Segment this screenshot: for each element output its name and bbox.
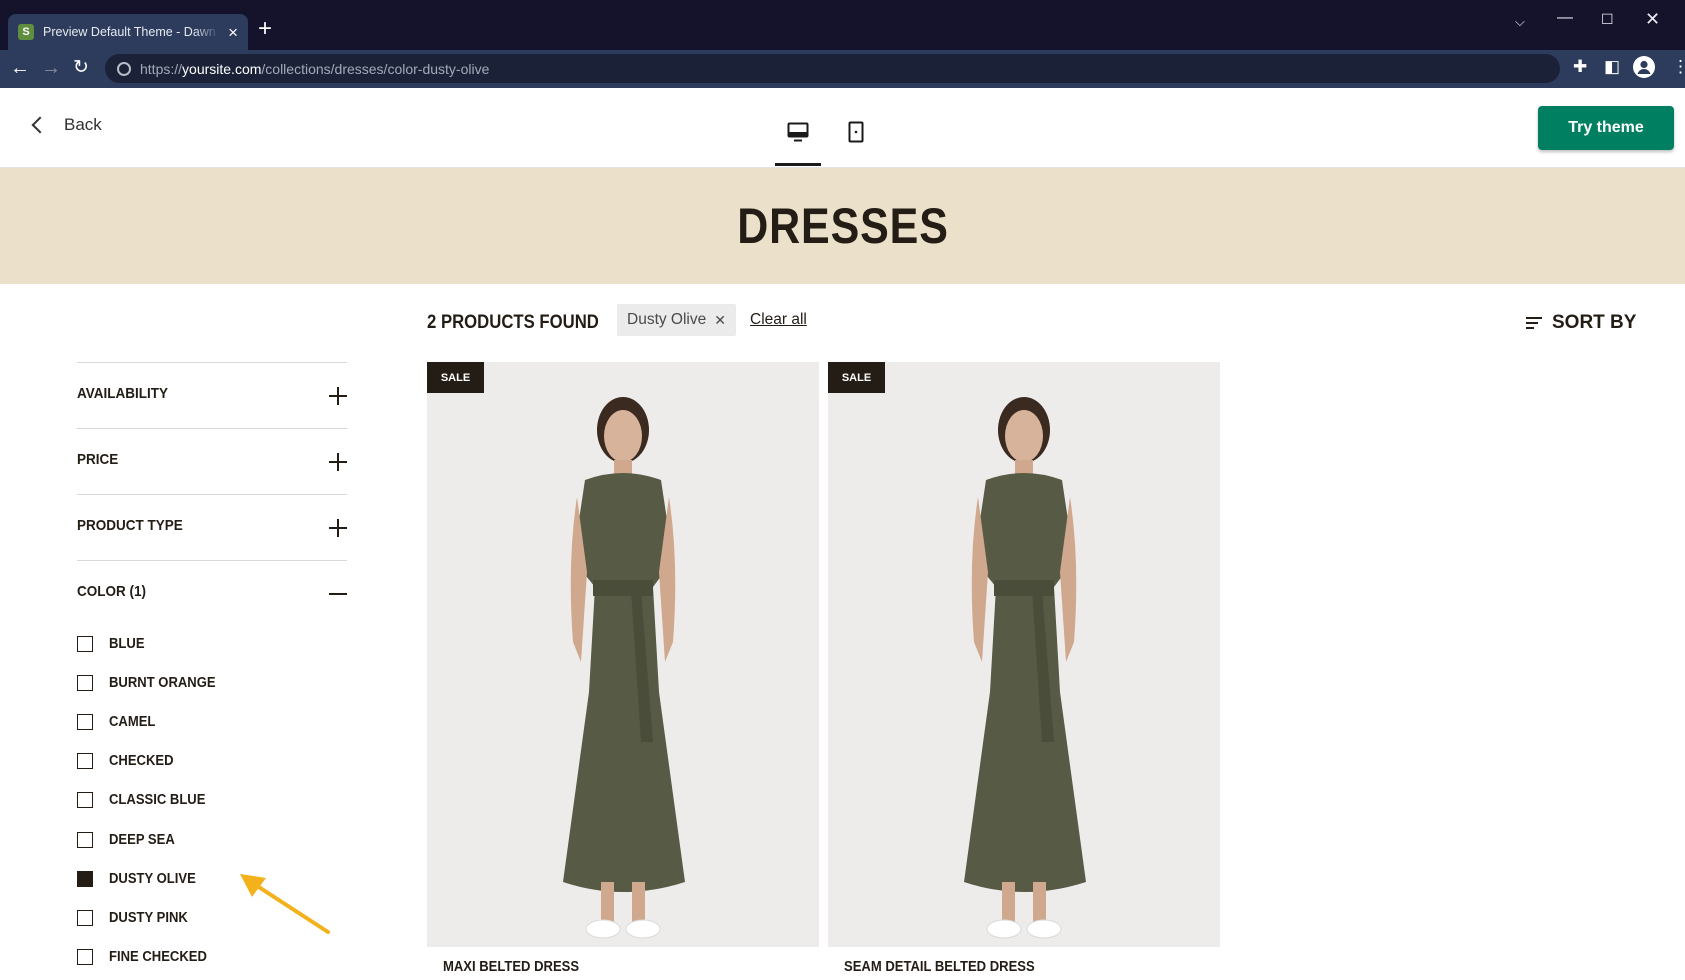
browser-tab-strip: S Preview Default Theme - Dawn Edition ×… [0,0,1685,50]
sort-by-button[interactable]: SORT BY [1526,312,1636,334]
collection-title: DRESSES [736,198,949,254]
desktop-view-button[interactable] [775,110,821,166]
sale-badge: SALE [828,362,885,393]
shopify-favicon-icon: S [18,24,34,40]
color-option-label: CAMEL [109,713,156,730]
color-option-deep-sea[interactable]: DEEP SEA [77,820,347,859]
new-tab-icon[interactable]: + [258,17,272,41]
close-window-icon[interactable]: ✕ [1645,10,1660,28]
mobile-icon [848,121,864,143]
active-filter-label: Dusty Olive [627,311,707,328]
checkbox[interactable] [77,792,93,809]
clear-all-link[interactable]: Clear all [750,311,807,329]
url-text: https://yoursite.com/collections/dresses… [140,60,490,77]
color-option-checked[interactable]: CHECKED [77,742,347,781]
plus-icon[interactable] [329,453,347,471]
tab-search-chevron-icon[interactable]: ⌵ [1515,15,1525,28]
sale-badge: SALE [427,362,484,393]
back-arrow-icon[interactable]: ← [10,58,30,78]
back-button[interactable]: Back [28,115,102,135]
profile-avatar-icon[interactable] [1633,56,1655,81]
color-option-label: CLASSIC BLUE [109,792,206,809]
product-name[interactable]: SEAM DETAIL BELTED DRESS [844,959,1035,975]
tab-close-icon[interactable]: × [228,24,238,41]
checkbox[interactable] [77,949,93,966]
color-option-burnt-orange[interactable]: BURNT ORANGE [77,663,347,702]
checkbox-checked[interactable] [77,870,93,887]
side-panel-icon[interactable]: ◧ [1604,58,1620,75]
plus-icon[interactable] [329,387,347,405]
filter-group-label: AVAILABILITY [77,385,168,402]
filter-color[interactable]: COLOR (1) [77,560,347,626]
products-found-count: 2 PRODUCTS FOUND [427,312,599,333]
model-in-dress-image [563,397,685,939]
plus-icon[interactable] [329,519,347,537]
product-image[interactable]: SALE [427,362,819,947]
filter-group-label: COLOR (1) [77,583,147,600]
model-in-dress-image [964,397,1086,939]
color-option-label: CHECKED [109,753,174,770]
color-option-label: DUSTY OLIVE [109,870,196,887]
product-name[interactable]: MAXI BELTED DRESS [443,959,579,975]
extensions-puzzle-icon[interactable]: ✚ [1573,58,1587,75]
color-option-classic-blue[interactable]: CLASSIC BLUE [77,781,347,820]
checkbox[interactable] [77,909,93,926]
checkbox[interactable] [77,674,93,691]
filter-group-label: PRICE [77,451,119,468]
filter-availability[interactable]: AVAILABILITY [77,362,347,428]
color-option-fine-checked[interactable]: FINE CHECKED [77,938,347,977]
maximize-icon[interactable]: ☐ [1601,12,1614,26]
browser-tab[interactable]: S Preview Default Theme - Dawn Edition × [8,14,248,50]
product-card[interactable]: SALE SEAM DETAIL BELTED DRESS [828,362,1220,975]
checkbox[interactable] [77,635,93,652]
filter-product-type[interactable]: PRODUCT TYPE [77,494,347,560]
remove-filter-icon[interactable]: ✕ [714,312,726,329]
color-option-blue[interactable]: BLUE [77,624,347,663]
collection-banner: DRESSES [0,168,1685,284]
filter-sidebar: AVAILABILITY PRICE PRODUCT TYPE COLOR (1… [77,362,347,966]
browser-menu-icon[interactable]: ⋮ [1672,58,1685,75]
url-bar[interactable]: https://yoursite.com/collections/dresses… [105,54,1560,83]
color-option-label: FINE CHECKED [109,949,207,966]
color-option-label: BURNT ORANGE [109,674,216,691]
tab-title: Preview Default Theme - Dawn Edition [43,25,220,39]
color-option-label: DEEP SEA [109,831,175,848]
color-option-label: BLUE [109,635,145,652]
product-image[interactable]: SALE [828,362,1220,947]
mobile-view-button[interactable] [833,110,879,154]
desktop-icon [787,122,809,142]
color-option-label: DUSTY PINK [109,909,188,926]
filter-price[interactable]: PRICE [77,428,347,494]
active-filter-chip[interactable]: Dusty Olive ✕ [617,304,736,336]
annotation-arrow-icon [240,874,330,934]
filter-group-label: PRODUCT TYPE [77,517,183,534]
checkbox[interactable] [77,753,93,770]
sort-lines-icon [1526,317,1542,329]
address-bar-row: ← → ↻ https://yoursite.com/collections/d… [0,50,1685,88]
back-label: Back [64,115,102,134]
theme-preview-header: Back Try theme [0,88,1685,168]
sort-by-label: SORT BY [1552,312,1637,333]
product-card[interactable]: SALE MAXI BELTED DRESS [427,362,819,975]
checkbox[interactable] [77,831,93,848]
try-theme-button[interactable]: Try theme [1538,106,1674,150]
reload-icon[interactable]: ↻ [73,58,89,77]
chevron-left-icon [31,116,49,134]
color-option-camel[interactable]: CAMEL [77,702,347,741]
site-info-icon[interactable] [117,61,131,76]
forward-arrow-icon[interactable]: → [41,58,61,78]
minus-icon[interactable] [329,593,347,595]
minimize-icon[interactable]: — [1557,10,1573,26]
checkbox[interactable] [77,713,93,730]
